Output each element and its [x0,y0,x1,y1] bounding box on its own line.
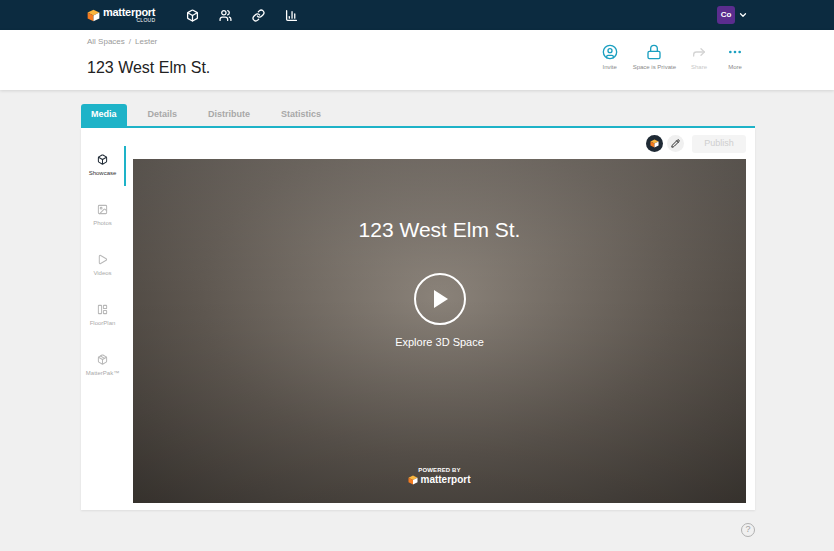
showcase-view-icon [650,139,659,148]
breadcrumb-item[interactable]: All Spaces [87,36,125,48]
showcase-title: 123 West Elm St. [359,217,521,243]
share-icon [691,44,707,60]
help-button[interactable]: ? [741,523,755,537]
stats-icon[interactable] [285,9,298,22]
header-action: Share [686,44,712,72]
logo[interactable]: matterportCLOUD [87,7,165,23]
media-card: Showcase Photos Videos FloorPlan MatterPak™ P… [81,128,755,510]
tab-bar: Media Details Distribute Statistics [81,104,755,128]
dropdown-icon [738,10,748,20]
showcase-preview[interactable]: 123 West Elm St. Explore 3D Space POWERED … [133,159,746,503]
top-nav: matterportCLOUD Co [0,0,834,30]
tab[interactable]: Statistics [271,104,331,126]
header-action[interactable]: More [722,44,748,72]
users-icon[interactable] [219,9,232,22]
matterpak-icon [97,354,108,365]
edit-button[interactable] [667,135,684,152]
explore-label: Explore 3D Space [395,334,484,351]
lock-icon [646,44,662,60]
tab[interactable]: Distribute [198,104,260,126]
play-icon [431,289,449,309]
play-button[interactable] [414,273,466,325]
sidebar-item[interactable]: Photos [81,196,126,236]
breadcrumb: All Spaces/Lester [87,36,210,48]
photos-icon [97,204,108,215]
breadcrumb-item[interactable]: Lester [135,36,157,48]
header-action[interactable]: Space is Private [633,44,676,72]
matterport-logo-icon [408,475,418,485]
logo-icon [87,9,100,22]
showcase-icon [97,154,108,165]
sidebar-item[interactable]: Videos [81,246,126,286]
spaces-icon[interactable] [186,9,199,22]
header: All Spaces/Lester 123 West Elm St. Invite S… [0,30,834,90]
sidebar-item[interactable]: FloorPlan [81,296,126,336]
header-action[interactable]: Invite [597,44,623,72]
app: matterportCLOUD Co All Spaces/Lester 123 We… [0,0,834,551]
link-icon[interactable] [252,9,265,22]
sidebar-item[interactable]: MatterPak™ [81,346,126,386]
avatar: Co [717,6,735,24]
media-toolbar: Publish [133,128,746,159]
powered-by: POWERED BYmatterport [408,467,470,485]
showcase-view-button[interactable] [646,135,663,152]
tab[interactable]: Details [138,104,188,126]
floorplan-icon [97,304,108,315]
sidebar-item[interactable]: Showcase [81,146,126,186]
media-sidebar: Showcase Photos Videos FloorPlan MatterPak™ [81,128,126,510]
more-icon [727,44,743,60]
page-title: 123 West Elm St. [87,58,210,78]
videos-icon [97,254,108,265]
publish-button: Publish [692,135,746,153]
tab[interactable]: Media [81,104,127,126]
invite-icon [602,44,618,60]
pencil-icon [671,139,680,148]
account-menu[interactable]: Co [717,6,748,24]
